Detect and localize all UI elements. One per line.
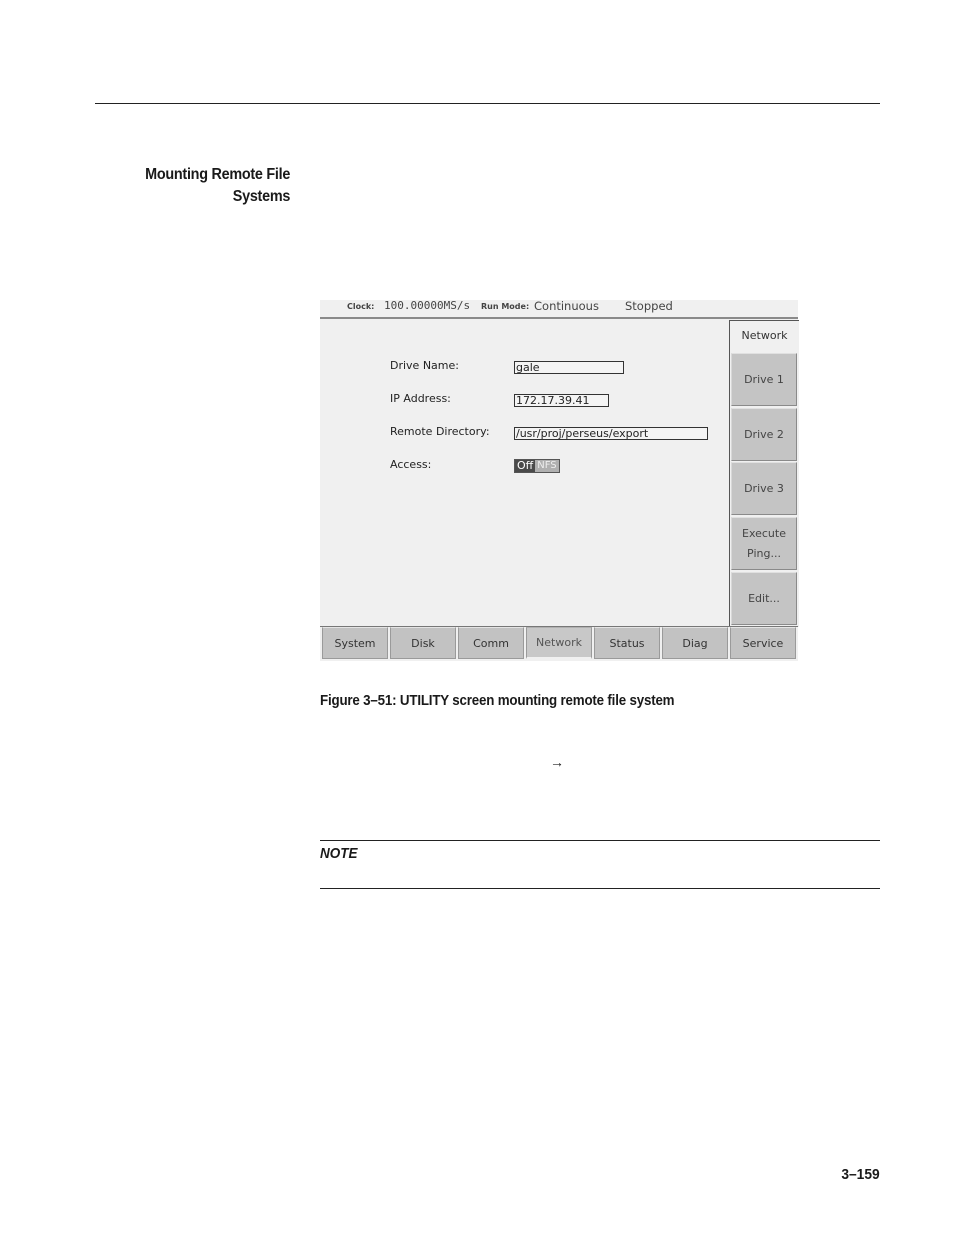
run-mode-value: Continuous (534, 299, 599, 313)
remote-directory-field[interactable]: /usr/proj/perseus/export (514, 427, 708, 440)
remote-directory-label: Remote Directory: (390, 425, 490, 438)
execute-ping-line-1: Execute (742, 526, 786, 540)
side-panel: Network Drive 1 Drive 2 Drive 3 Execute … (729, 320, 799, 627)
access-option-nfs[interactable]: NFS (535, 460, 559, 472)
ip-address-label: IP Address: (390, 392, 451, 405)
note-top-rule (320, 840, 880, 841)
drive-1-button[interactable]: Drive 1 (731, 353, 797, 406)
ip-address-field[interactable]: 172.17.39.41 (514, 394, 609, 407)
run-mode-label: Run Mode: (481, 302, 530, 311)
tab-service[interactable]: Service (730, 627, 796, 659)
figure-caption: Figure 3–51: UTILITY screen mounting rem… (320, 693, 675, 709)
execute-ping-button[interactable]: Execute Ping... (731, 517, 797, 570)
side-panel-title: Network (741, 329, 788, 342)
tab-disk[interactable]: Disk (390, 627, 456, 659)
utility-tab-bar: System Disk Comm Network Status Diag Ser… (320, 626, 798, 661)
drive-3-button[interactable]: Drive 3 (731, 462, 797, 515)
page-number: 3–159 (841, 1166, 880, 1183)
tab-diag[interactable]: Diag (662, 627, 728, 659)
edit-button[interactable]: Edit... (731, 572, 797, 625)
status-bar: Clock: 100.00000MS/s Run Mode: Continuou… (320, 299, 798, 319)
section-heading-line-2: Systems (232, 188, 291, 205)
note-label: NOTE (320, 845, 358, 862)
arrow-right-icon: → (550, 754, 564, 770)
tab-system[interactable]: System (322, 627, 388, 659)
note-bottom-rule (320, 888, 880, 889)
access-option-off[interactable]: Off (515, 460, 536, 472)
section-heading: Mounting Remote File Systems (145, 164, 290, 208)
clock-value: 100.00000MS/s (384, 299, 471, 312)
tab-status[interactable]: Status (594, 627, 660, 659)
clock-label: Clock: (347, 302, 375, 311)
drive-name-field[interactable]: gale (514, 361, 624, 374)
drive-2-button[interactable]: Drive 2 (731, 408, 797, 461)
tab-comm[interactable]: Comm (458, 627, 524, 659)
run-state: Stopped (625, 299, 673, 313)
access-toggle[interactable]: Off NFS (514, 459, 560, 473)
tab-network[interactable]: Network (526, 627, 592, 659)
execute-ping-line-2: Ping... (747, 546, 781, 560)
utility-screen: Clock: 100.00000MS/s Run Mode: Continuou… (320, 299, 799, 661)
section-heading-line-1: Mounting Remote File (145, 166, 290, 183)
access-label: Access: (390, 458, 432, 471)
header-rule (95, 103, 880, 104)
drive-name-label: Drive Name: (390, 359, 459, 372)
